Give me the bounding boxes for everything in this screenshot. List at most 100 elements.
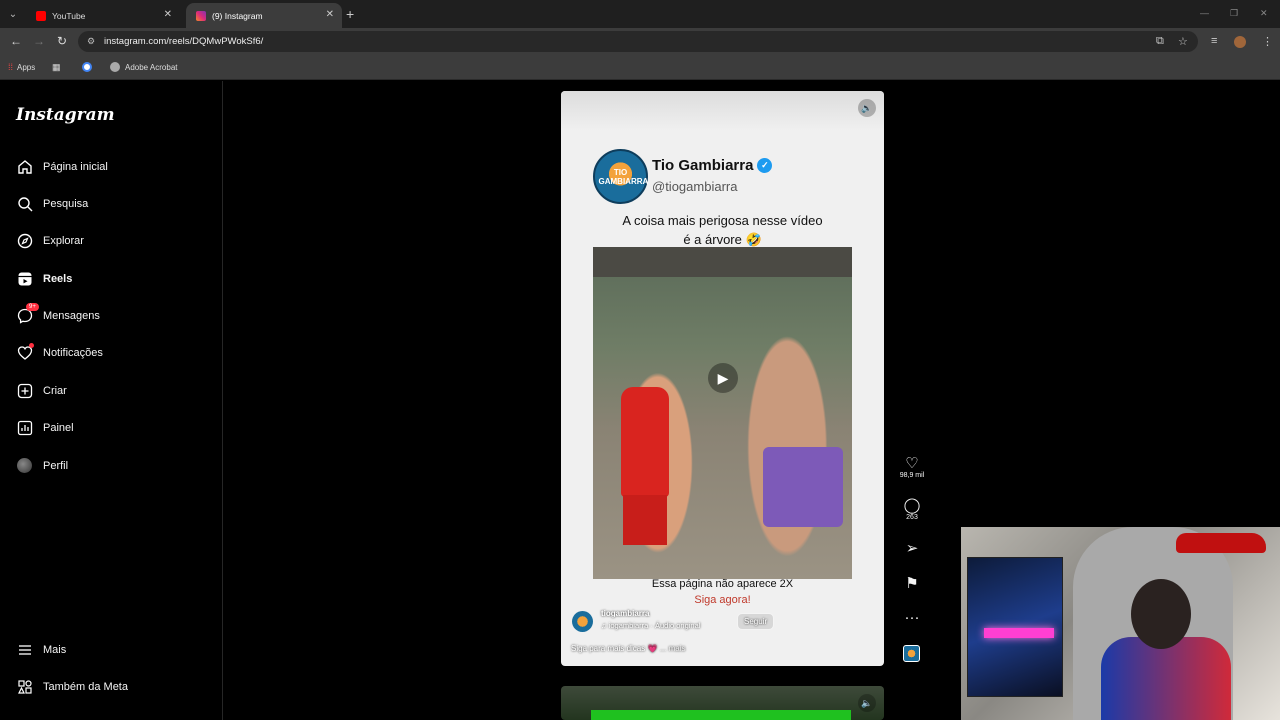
tab-title: YouTube xyxy=(52,10,86,21)
comment-action[interactable]: ◯ 263 xyxy=(897,498,927,522)
nav-label: Página inicial xyxy=(43,160,108,173)
bookmarks-bar: ⁞⁞ Apps ▦ Adobe Acrobat xyxy=(0,55,1280,80)
instagram-logo[interactable]: Instagram xyxy=(16,105,115,125)
new-tab-plus-icon[interactable]: + xyxy=(346,6,354,22)
youtube-favicon-icon xyxy=(36,10,46,21)
video-frame[interactable]: ▶ xyxy=(593,247,852,579)
unread-badge: 9+ xyxy=(26,303,39,311)
channel-name: Tio Gambiarra ✓ xyxy=(652,157,773,174)
tab-groups-icon[interactable]: ▦ xyxy=(52,62,61,73)
mute-toggle-icon[interactable]: 🔈 xyxy=(858,99,876,117)
nav-more[interactable]: Mais xyxy=(16,641,66,658)
video-red-shorts xyxy=(623,495,667,545)
install-app-icon[interactable]: ⧉ xyxy=(1156,35,1164,48)
address-bar[interactable]: ⚙ instagram.com/reels/DQMwPWokSf6/ xyxy=(78,31,1198,52)
tab-search-chevron-icon[interactable]: ⌄ xyxy=(4,5,22,23)
tab-youtube[interactable]: YouTube ✕ xyxy=(26,3,180,28)
reload-icon[interactable]: ↻ xyxy=(57,34,67,48)
bookmark-apps[interactable]: ⁞⁞ Apps xyxy=(8,62,35,72)
tab-title: (9) Instagram xyxy=(212,10,263,21)
site-info-icon[interactable]: ⚙ xyxy=(87,36,95,47)
like-action[interactable]: ♡ 98,9 mil xyxy=(897,456,927,480)
messenger-icon: 9+ xyxy=(16,303,39,324)
reel-audio-info[interactable]: ♫ iogambiarra · Áudio original xyxy=(601,621,700,630)
compass-icon xyxy=(16,232,33,249)
nav-label: Também da Meta xyxy=(43,680,128,693)
nav-label: Painel xyxy=(43,421,74,434)
nav-label: Notificações xyxy=(43,346,103,359)
share-action[interactable]: ➢ xyxy=(897,541,927,557)
comment-count: 263 xyxy=(906,514,918,521)
channel-handle: @tiogambiarra xyxy=(652,179,738,194)
nav-explore[interactable]: Explorar xyxy=(16,232,84,249)
more-options-action[interactable]: ··· xyxy=(897,610,927,626)
like-count: 98,9 mil xyxy=(899,472,925,479)
save-action[interactable]: ⚑ xyxy=(897,576,927,592)
nav-messages[interactable]: 9+ Mensagens xyxy=(16,303,100,324)
channel-avatar: TIO GAMBIARRA xyxy=(593,149,648,204)
bookmark-label: Adobe Acrobat xyxy=(125,62,178,72)
nav-label: Criar xyxy=(43,384,67,397)
nav-create[interactable]: Criar xyxy=(16,382,67,399)
kebab-menu-icon[interactable]: ⋮ xyxy=(1262,35,1273,48)
window-close-icon[interactable]: ✕ xyxy=(1260,8,1268,19)
video-purple-shorts xyxy=(763,447,843,527)
bookmark-adobe-acrobat[interactable]: Adobe Acrobat xyxy=(110,62,177,72)
nav-label: Mensagens xyxy=(43,309,100,322)
home-icon xyxy=(16,158,33,175)
profile-avatar-icon[interactable] xyxy=(1234,36,1246,48)
next-reel-preview[interactable]: 🔈 xyxy=(561,686,884,720)
bookmark-icon[interactable]: ⚑ xyxy=(897,576,927,592)
play-icon[interactable]: ▶ xyxy=(708,363,738,393)
google-bookmark[interactable] xyxy=(82,62,97,72)
post-caption-text: Siga para mais dicas 💗 xyxy=(571,644,658,653)
heart-icon[interactable]: ♡ xyxy=(897,456,927,472)
audio-thumbnail[interactable] xyxy=(903,645,920,662)
nav-profile[interactable]: Perfil xyxy=(16,457,68,474)
google-g-icon xyxy=(82,62,92,72)
tab-instagram[interactable]: (9) Instagram ✕ xyxy=(186,3,342,28)
notification-dot xyxy=(29,343,34,348)
minimize-icon[interactable]: — xyxy=(1200,8,1209,18)
reel-owner-avatar[interactable] xyxy=(572,611,593,632)
bookmark-label: Apps xyxy=(17,62,36,72)
nav-also-from-meta[interactable]: Também da Meta xyxy=(16,678,128,695)
video-red-shirt xyxy=(621,387,669,497)
close-tab-icon[interactable]: ✕ xyxy=(164,9,172,20)
nav-search[interactable]: Pesquisa xyxy=(16,195,88,212)
verified-badge-icon: ✓ xyxy=(757,158,773,173)
follow-button[interactable]: Seguir xyxy=(737,613,775,630)
channel-avatar-text: TIO GAMBIARRA xyxy=(598,167,649,186)
nav-reels[interactable]: Reels xyxy=(16,270,72,287)
nav-label: Perfil xyxy=(43,459,69,472)
more-horizontal-icon[interactable]: ··· xyxy=(897,610,927,626)
reel-top-gradient xyxy=(561,91,884,131)
nav-notifications[interactable]: Notificações xyxy=(16,343,103,361)
forward-arrow-icon[interactable]: → xyxy=(33,34,45,48)
restore-icon[interactable]: ❐ xyxy=(1230,8,1238,19)
media-controls-icon[interactable]: ≡ xyxy=(1211,35,1217,47)
comment-bubble-icon[interactable]: ◯ xyxy=(897,498,927,514)
reel-owner-username[interactable]: tiogambiarra xyxy=(601,609,649,618)
reel-player[interactable]: 🔈 TIO GAMBIARRA Tio Gambiarra ✓ @tiogamb… xyxy=(561,91,884,666)
video-overlay-text: Essa página não aparece 2X xyxy=(651,578,794,590)
nav-dashboard[interactable]: Painel xyxy=(16,419,74,436)
search-icon xyxy=(16,195,33,212)
close-tab-icon[interactable]: ✕ xyxy=(326,9,334,20)
more-link[interactable]: ... mais xyxy=(660,644,686,653)
send-icon[interactable]: ➢ xyxy=(897,541,927,557)
back-arrow-icon[interactable]: ← xyxy=(10,34,22,48)
nav-label: Reels xyxy=(43,272,73,285)
channel-name-text: Tio Gambiarra xyxy=(652,157,754,174)
bookmark-star-icon[interactable]: ☆ xyxy=(1178,35,1188,48)
nav-home[interactable]: Página inicial xyxy=(16,158,108,175)
webcam-model-car xyxy=(1176,533,1266,553)
mute-toggle-icon[interactable]: 🔈 xyxy=(858,694,876,712)
video-cta-text: Siga agora! xyxy=(694,594,751,606)
caption-line: A coisa mais perigosa nesse vídeo xyxy=(622,213,823,228)
globe-icon xyxy=(110,62,120,72)
nav-label: Explorar xyxy=(43,234,84,247)
instagram-favicon-icon xyxy=(196,10,206,21)
url-text: instagram.com/reels/DQMwPWokSf6/ xyxy=(104,36,264,47)
reel-post-caption: Siga para mais dicas 💗 ... mais xyxy=(571,644,685,653)
